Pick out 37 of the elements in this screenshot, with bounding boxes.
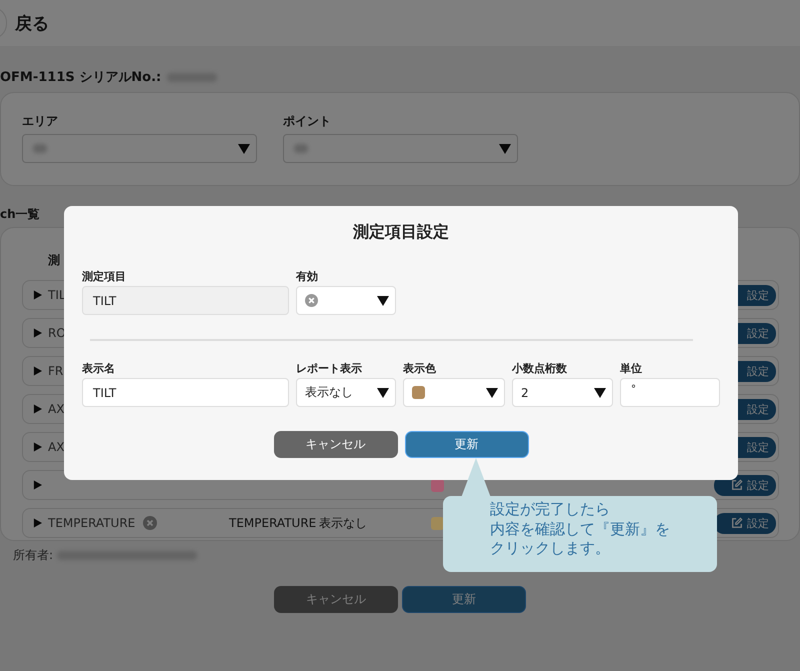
cancel-button[interactable]: キャンセル <box>274 431 398 458</box>
settings-button[interactable]: 設定 <box>714 512 776 534</box>
select-value: 表示なし <box>305 384 353 401</box>
column-header: 測 <box>48 252 61 269</box>
channel-name: AX <box>48 402 64 416</box>
decimals-select[interactable]: 2 <box>512 378 613 407</box>
field-label: 小数点桁数 <box>512 361 568 376</box>
tooltip-text: 内容を確認して『更新』を <box>490 520 671 539</box>
channel-name: TIL <box>48 288 66 302</box>
select-value: 2 <box>521 386 529 400</box>
display-name-field[interactable]: TILT <box>82 378 289 407</box>
report-setting: 表示なし <box>319 514 367 532</box>
update-button[interactable]: 更新 <box>402 586 526 613</box>
tooltip-text: クリックします。 <box>490 539 611 558</box>
settings-button[interactable]: 設定 <box>714 474 776 496</box>
dialog-title: 測定項目設定 <box>353 222 449 243</box>
device-serial-label: OFM-111S シリアルNo.: <box>0 69 162 86</box>
field-label: レポート表示 <box>296 361 363 376</box>
channel-name: TEMPERATURE <box>48 516 136 530</box>
field-label: 有効 <box>296 269 319 284</box>
filter-label: エリア <box>22 113 59 130</box>
owner-label: 所有者: <box>13 547 54 564</box>
section-title: ch一覧 <box>0 206 41 223</box>
unit-field[interactable]: ° <box>620 378 720 407</box>
field-label: 単位 <box>620 361 643 376</box>
item-field[interactable]: TILT <box>82 286 289 315</box>
channel-name: FR <box>48 364 64 378</box>
field-label: 表示名 <box>82 361 116 376</box>
display-name: TEMPERATURE <box>229 516 316 530</box>
channel-name: AX <box>48 440 64 454</box>
update-button[interactable]: 更新 <box>404 431 528 458</box>
report-select[interactable]: 表示なし <box>296 378 396 407</box>
back-link[interactable]: 戻る <box>15 12 49 34</box>
field-label: 測定項目 <box>82 269 127 284</box>
cancel-button[interactable]: キャンセル <box>274 586 398 613</box>
field-label: 表示色 <box>403 361 437 376</box>
filter-label: ポイント <box>283 113 332 130</box>
